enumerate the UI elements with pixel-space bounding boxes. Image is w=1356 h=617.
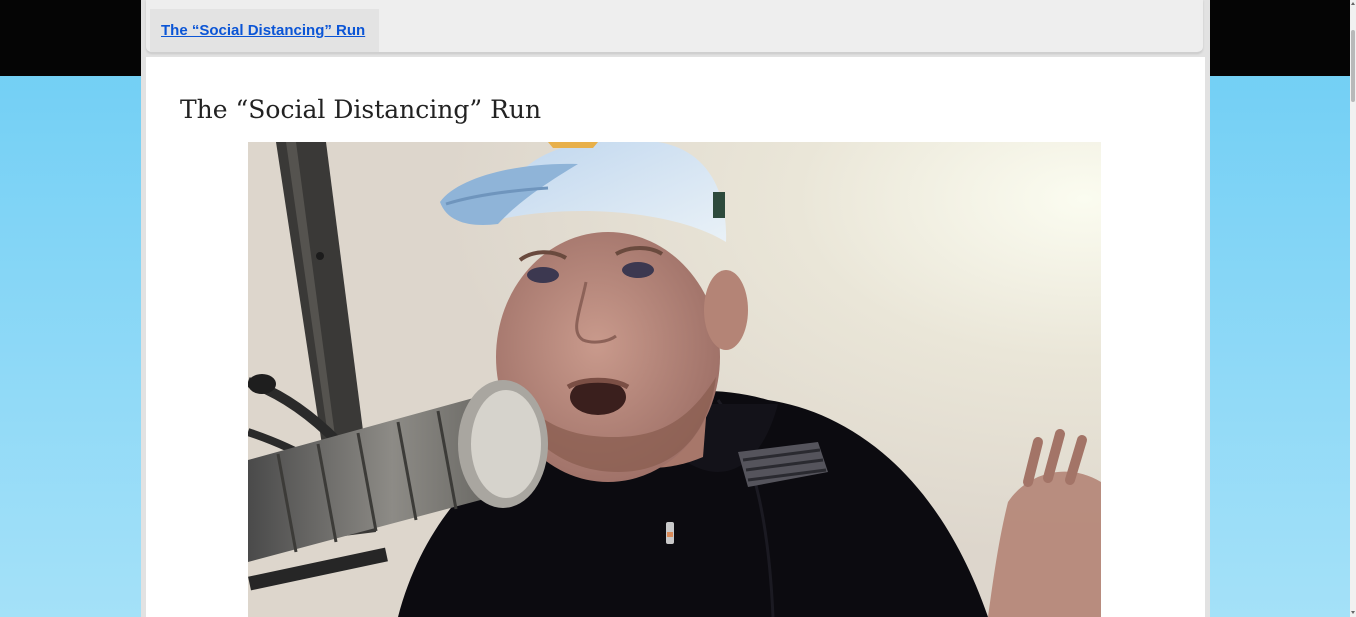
scroll-down-arrow-icon[interactable]	[1351, 611, 1355, 614]
video-player[interactable]	[248, 142, 1101, 617]
post-content: The “Social Distancing” Run	[146, 57, 1205, 617]
tab-link[interactable]: The “Social Distancing” Run	[161, 22, 365, 39]
tab-social-distancing-run[interactable]: The “Social Distancing” Run	[150, 9, 379, 52]
post-title: The “Social Distancing” Run	[180, 95, 542, 124]
scroll-up-arrow-icon[interactable]	[1351, 2, 1355, 5]
page-container: The “Social Distancing” Run The “Social …	[141, 0, 1210, 617]
scrollbar-thumb[interactable]	[1351, 30, 1355, 102]
video-frame-illustration	[248, 142, 1101, 617]
scrollbar[interactable]	[1350, 0, 1356, 617]
tab-bar: The “Social Distancing” Run	[146, 0, 1203, 53]
